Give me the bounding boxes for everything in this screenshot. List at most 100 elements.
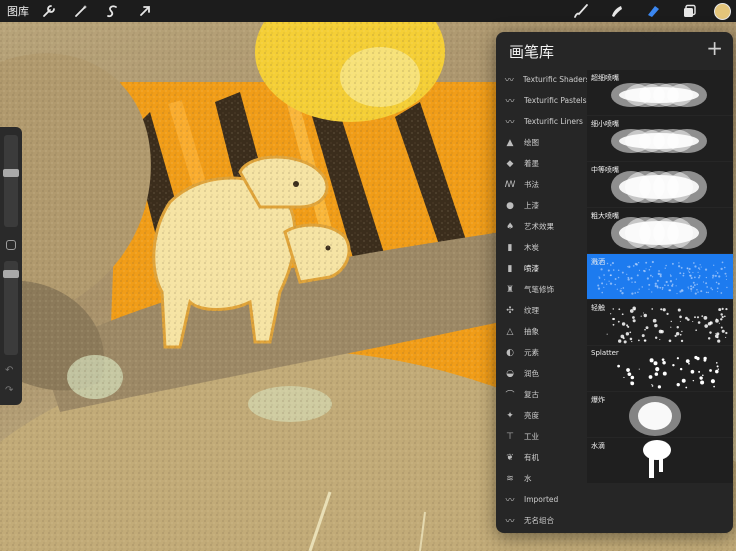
brush-set-label: 纹理: [524, 306, 539, 315]
paintbrush-icon[interactable]: [570, 0, 592, 22]
yin-yang-icon: ◐: [506, 347, 514, 358]
brush-item[interactable]: 细小喷嘴: [587, 116, 733, 161]
brush-size-slider[interactable]: [3, 135, 19, 227]
layers-icon[interactable]: [678, 0, 700, 22]
brush-set-item[interactable]: ▮ 木炭: [496, 237, 587, 258]
brush-stroke-preview: [643, 440, 671, 478]
triangle-icon: △: [506, 326, 514, 337]
brush-set-label: Texturific Shaders: [522, 75, 587, 84]
brush-set-item[interactable]: ▲ 绘图: [496, 132, 587, 153]
leaf-icon: ❦: [506, 452, 514, 463]
brush-set-item[interactable]: ♜ 气笔修饰: [496, 279, 587, 300]
panel-title: 画笔库: [509, 43, 555, 61]
brush-set-item[interactable]: ◆ 着墨: [496, 153, 587, 174]
modify-button[interactable]: [6, 240, 16, 250]
brush-set-label: 亮度: [524, 411, 539, 420]
brush-stroke-preview: [597, 260, 728, 295]
brush-item[interactable]: Splatter: [587, 346, 733, 391]
brush-stroke-icon: 〰: [505, 517, 515, 527]
opacity-thumb[interactable]: [3, 270, 19, 278]
brush-set-item[interactable]: ≋ 水: [496, 468, 587, 489]
selection-icon[interactable]: [102, 0, 124, 22]
brush-size-thumb[interactable]: [3, 169, 19, 177]
magic-wand-icon[interactable]: [70, 0, 92, 22]
brush-set-label: 元素: [524, 348, 539, 357]
brush-set-label: 着墨: [524, 159, 539, 168]
gallery-button[interactable]: 图库: [0, 3, 38, 19]
brush-stroke-preview: [629, 396, 681, 436]
retro-icon: ⌒: [505, 391, 515, 401]
brush-set-item[interactable]: ◐ 元素: [496, 342, 587, 363]
brush-library-panel: 画笔库 + 〰 Texturific Shaders 〰 Texturific Pas…: [496, 32, 733, 533]
sparkle-icon: ✦: [506, 410, 514, 421]
brush-set-label: 工业: [524, 432, 539, 441]
spray-can-icon: ▮: [507, 263, 513, 274]
brush-set-item[interactable]: ◒ 润色: [496, 363, 587, 384]
brush-item[interactable]: 超细喷嘴: [587, 70, 733, 115]
transform-arrow-icon[interactable]: [134, 0, 156, 22]
brush-set-item[interactable]: △ 抽象: [496, 321, 587, 342]
airbrush-icon: ♜: [505, 284, 515, 295]
panel-header: 画笔库 +: [496, 32, 733, 69]
color-picker-button[interactable]: [714, 2, 731, 20]
wrench-icon[interactable]: [38, 0, 60, 22]
brush-set-label: 润色: [524, 369, 539, 378]
brush-set-item[interactable]: ⊤ 工业: [496, 426, 587, 447]
brush-set-item[interactable]: ✦ 亮度: [496, 405, 587, 426]
brush-item[interactable]: 爆炸: [587, 392, 733, 437]
brush-name-label: 细小喷嘴: [591, 120, 619, 128]
brush-set-item[interactable]: ⌒ 复古: [496, 384, 587, 405]
brush-set-item[interactable]: ♠ 艺术效果: [496, 216, 587, 237]
brush-list: 超细喷嘴细小喷嘴中等喷嘴粗大喷嘴 溅洒轻触 Splatter 爆炸水滴: [587, 70, 733, 533]
brush-set-label: Texturific Liners: [524, 117, 583, 126]
add-brush-button[interactable]: +: [706, 38, 723, 58]
brush-stroke-icon: 〰: [504, 76, 514, 86]
brush-set-item[interactable]: 〰 Texturific Shaders: [496, 69, 587, 90]
brush-stroke-icon: 〰: [505, 97, 515, 107]
pencil-tip-icon: ▲: [506, 137, 514, 148]
brush-set-item[interactable]: ● 上漆: [496, 195, 587, 216]
anvil-icon: ⊤: [506, 431, 514, 442]
brush-set-label: 抽象: [524, 327, 539, 336]
left-sidebar: ↶ ↷: [0, 127, 22, 405]
brush-name-label: 水滴: [591, 442, 605, 450]
brush-name-label: 轻触: [591, 304, 605, 312]
smudge-icon[interactable]: [606, 0, 628, 22]
brush-set-item[interactable]: ❦ 有机: [496, 447, 587, 468]
brush-item[interactable]: 粗大喷嘴: [587, 208, 733, 253]
texture-icon: ✣: [506, 305, 514, 316]
brush-set-label: 木炭: [524, 243, 539, 252]
artistic-brush-icon: ♠: [505, 221, 515, 232]
brush-item[interactable]: 溅洒: [587, 254, 733, 299]
touchup-icon: ◒: [506, 368, 514, 379]
brush-set-label: 无名组合: [524, 516, 554, 525]
opacity-slider[interactable]: [3, 261, 19, 355]
brush-set-item[interactable]: 〰无名组合: [496, 510, 587, 531]
brush-set-item[interactable]: 〰 Texturific Liners: [496, 111, 587, 132]
eraser-icon[interactable]: [642, 0, 664, 22]
brush-name-label: 中等喷嘴: [591, 166, 619, 174]
brush-stroke-icon: 〰: [505, 118, 515, 128]
brush-set-label: 绘图: [524, 138, 539, 147]
brush-item[interactable]: 轻触: [587, 300, 733, 345]
brush-set-label: Texturific Pastels: [524, 96, 587, 105]
calligraphy-icon: ꟿ: [504, 179, 516, 190]
brush-set-item[interactable]: ꟿ 书法: [496, 174, 587, 195]
top-toolbar: 图库: [0, 0, 736, 22]
brush-set-label: 喷漆: [524, 264, 539, 273]
brush-name-label: Splatter: [591, 349, 619, 357]
brush-set-item[interactable]: 〰 Imported: [496, 489, 587, 510]
redo-icon[interactable]: ↷: [5, 385, 17, 397]
brush-set-item[interactable]: ▮ 喷漆: [496, 258, 587, 279]
brush-set-label: 艺术效果: [524, 222, 554, 231]
undo-icon[interactable]: ↶: [5, 365, 17, 377]
brush-set-label: Imported: [524, 495, 559, 504]
brush-set-item[interactable]: ✣ 纹理: [496, 300, 587, 321]
brush-stroke-preview: [606, 306, 728, 344]
brush-item[interactable]: 水滴: [587, 438, 733, 483]
toolbar-right-group: [556, 0, 736, 22]
brush-set-item[interactable]: 〰 Texturific Pastels: [496, 90, 587, 111]
brush-item[interactable]: 中等喷嘴: [587, 162, 733, 207]
brush-set-label: 气笔修饰: [524, 285, 554, 294]
ink-drop-icon: ◆: [506, 158, 514, 169]
